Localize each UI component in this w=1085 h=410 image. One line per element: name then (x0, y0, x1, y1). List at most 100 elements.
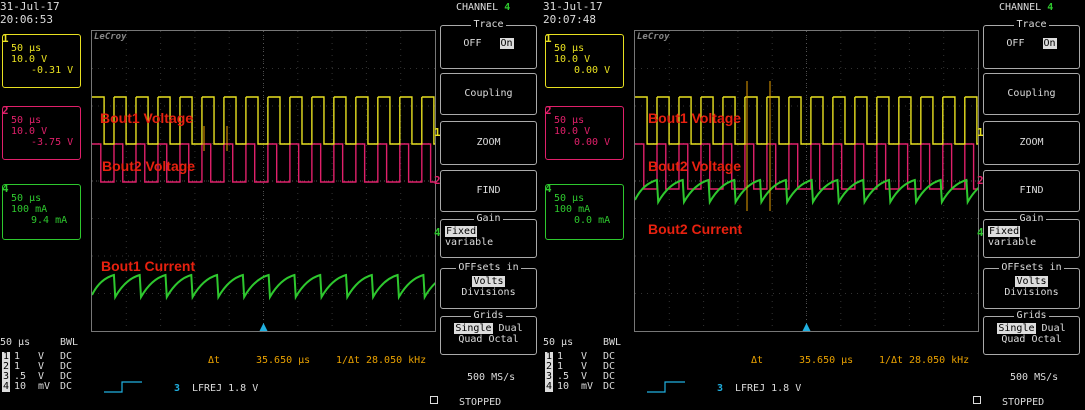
trace-on-option[interactable]: On (1042, 38, 1057, 49)
channel-2-offset: -3.75 V (31, 137, 74, 148)
grids-single-option[interactable]: Single (454, 323, 493, 334)
row-channel: 4 (545, 381, 554, 392)
bwl-indicator: BWL (60, 337, 79, 348)
coupling-softkey[interactable]: Coupling (983, 73, 1080, 115)
zoom-label: ZOOM (476, 137, 501, 148)
delta-t-label: Δt (208, 355, 221, 366)
date-text: 31-Jul-17 (0, 0, 60, 13)
offsets-divisions-option[interactable]: Divisions (984, 287, 1079, 298)
date-text: 31-Jul-17 (543, 0, 603, 13)
grids-dual-option[interactable]: Dual (499, 323, 523, 334)
channel-title: CHANNEL 4 (456, 2, 510, 13)
trace-caption: Trace (471, 19, 506, 30)
channel-2-scale: 10.0 V (11, 126, 48, 137)
trace-on-option[interactable]: On (499, 38, 514, 49)
row-scale: 10 (557, 381, 570, 392)
trigger-setting: LFREJ 1.8 V (735, 383, 802, 394)
acquisition-status: STOPPED (1002, 397, 1045, 408)
coupling-softkey[interactable]: Coupling (440, 73, 537, 115)
waveform-display: LeCroy (634, 30, 979, 332)
annotation-label: Bout2 Voltage (102, 158, 196, 174)
trigger-setting: LFREJ 1.8 V (192, 383, 259, 394)
trigger-channel: 3 (717, 383, 724, 394)
offsets-volts-option[interactable]: Volts (1015, 276, 1048, 287)
channel-2-number: 2 (2, 104, 9, 117)
find-label: FIND (476, 185, 501, 196)
channel-1-number: 1 (545, 32, 552, 45)
scope-screen-1: 31-Jul-17 20:06:53 CHANNEL 4 1 50 µs 10.… (0, 0, 542, 410)
grids-caption: Grids (1014, 310, 1049, 321)
grids-softkey[interactable]: Grids Single Dual Quad Octal (983, 310, 1080, 355)
coupling-label: Coupling (1007, 88, 1056, 99)
trigger-position-marker (802, 323, 811, 331)
trigger-edge-icon (104, 381, 142, 393)
gain-fixed-option[interactable]: Fixed (988, 226, 1021, 237)
bwl-indicator: BWL (603, 337, 622, 348)
channel-4-offset: 0.0 mA (574, 215, 611, 226)
channel-4-number: 4 (545, 182, 552, 195)
annotation-label: Bout1 Current (101, 258, 196, 274)
inverse-delta-label: 1/Δt (336, 355, 361, 366)
channel-1-box[interactable]: 1 50 µs 10.0 V 0.00 V (545, 32, 624, 88)
waveform-canvas (635, 31, 978, 331)
offsets-caption: OFFsets in (999, 262, 1064, 273)
channel-2-box[interactable]: 2 50 µs 10.0 V 0.00 V (545, 105, 624, 160)
gain-variable-option[interactable]: variable (984, 237, 1079, 248)
offsets-divisions-option[interactable]: Divisions (441, 287, 536, 298)
timestamp: 31-Jul-17 20:07:48 (543, 0, 603, 26)
grids-softkey[interactable]: Grids Single Dual Quad Octal (440, 310, 537, 355)
gain-variable-option[interactable]: variable (441, 237, 536, 248)
grids-quad-option[interactable]: Quad (1001, 334, 1025, 345)
acquisition-indicator-icon (973, 396, 981, 404)
gain-fixed-option[interactable]: Fixed (445, 226, 478, 237)
channel-1-number: 1 (2, 32, 9, 45)
acquisition-indicator-icon (430, 396, 438, 404)
zoom-softkey[interactable]: ZOOM (983, 121, 1080, 165)
zoom-softkey[interactable]: ZOOM (440, 121, 537, 165)
grids-single-option[interactable]: Single (997, 323, 1036, 334)
offsets-volts-option[interactable]: Volts (472, 276, 505, 287)
inverse-delta-label: 1/Δt (879, 355, 904, 366)
grids-dual-option[interactable]: Dual (1042, 323, 1066, 334)
channel-4-box[interactable]: 4 50 µs 100 mA 0.0 mA (545, 182, 624, 240)
gain-softkey[interactable]: Gain Fixed variable (983, 213, 1080, 258)
grids-quad-option[interactable]: Quad (458, 334, 482, 345)
channel-1-scale: 10.0 V (11, 54, 48, 65)
grids-octal-option[interactable]: Octal (489, 334, 519, 345)
trace-softkey[interactable]: Trace OFF On (983, 19, 1080, 69)
gain-softkey[interactable]: Gain Fixed variable (440, 213, 537, 258)
gain-caption: Gain (1017, 213, 1046, 224)
annotation-label: Bout1 Voltage (100, 110, 194, 126)
channel-number: 4 (1047, 2, 1054, 13)
annotation-label: Bout2 Current (648, 221, 743, 237)
channel-2-timebase: 50 µs (554, 115, 585, 126)
find-label: FIND (1019, 185, 1044, 196)
offsets-softkey[interactable]: OFFsets in Volts Divisions (983, 262, 1080, 309)
row-unit: mV (581, 381, 594, 392)
trace-softkey[interactable]: Trace OFF On (440, 19, 537, 69)
channel-4-box[interactable]: 4 50 µs 100 mA 9.4 mA (2, 183, 81, 240)
channel-1-offset: -0.31 V (31, 65, 74, 76)
channel-title: CHANNEL 4 (999, 2, 1053, 13)
channel-4-timebase: 50 µs (554, 193, 585, 204)
channel-1-box[interactable]: 1 50 µs 10.0 V -0.31 V (2, 32, 81, 88)
trace-off-option[interactable]: OFF (463, 38, 481, 49)
time-text: 20:07:48 (543, 13, 596, 26)
row-coupling: DC (603, 381, 616, 392)
grids-octal-option[interactable]: Octal (1032, 334, 1062, 345)
grids-caption: Grids (471, 310, 506, 321)
frequency-value: 28.050 kHz (909, 355, 970, 366)
channel-4-scale: 100 mA (11, 204, 48, 215)
timebase-readout: 50 µs (0, 337, 31, 348)
coupling-label: Coupling (464, 88, 513, 99)
zoom-label: ZOOM (1019, 137, 1044, 148)
channel-2-box[interactable]: 2 50 µs 10.0 V -3.75 V (2, 104, 81, 160)
find-softkey[interactable]: FIND (440, 170, 537, 212)
channel-1-timebase: 50 µs (11, 43, 42, 54)
timebase-readout: 50 µs (543, 337, 574, 348)
channel-1-offset: 0.00 V (574, 65, 611, 76)
offsets-softkey[interactable]: OFFsets in Volts Divisions (440, 262, 537, 309)
delta-t-value: 35.650 µs (256, 355, 311, 366)
trace-off-option[interactable]: OFF (1006, 38, 1024, 49)
find-softkey[interactable]: FIND (983, 170, 1080, 212)
